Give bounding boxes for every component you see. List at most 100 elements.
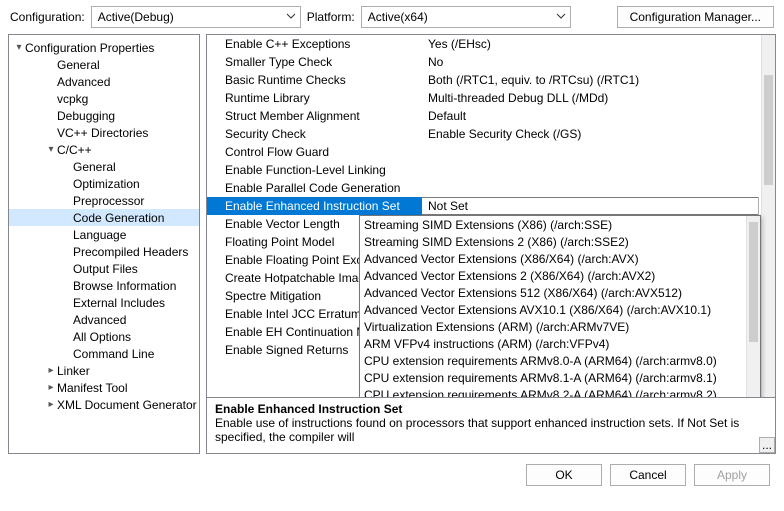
tree-label: Advanced <box>57 75 110 89</box>
tree-item[interactable]: Optimization <box>9 175 199 192</box>
tree-label: Configuration Properties <box>25 41 154 55</box>
tree-item[interactable]: Debugging <box>9 107 199 124</box>
property-key: Enable Parallel Code Generation <box>207 181 422 195</box>
tree-item[interactable]: Preprocessor <box>9 192 199 209</box>
scrollbar-thumb[interactable] <box>764 75 773 185</box>
property-row[interactable]: Struct Member AlignmentDefault <box>207 107 775 125</box>
chevron-down-icon <box>286 10 296 24</box>
chevron-right-icon: ▸ <box>45 365 57 376</box>
platform-combo[interactable]: Active(x64) <box>361 6 571 28</box>
chevron-right-icon: ▸ <box>45 399 57 410</box>
property-value: Default <box>422 109 775 123</box>
chevron-down-icon <box>556 10 566 24</box>
property-row[interactable]: Enable Parallel Code Generation <box>207 179 775 197</box>
tree-label: External Includes <box>73 296 165 310</box>
tree-item[interactable]: ▸Linker <box>9 362 199 379</box>
tree-label: Debugging <box>57 109 115 123</box>
property-row[interactable]: Security CheckEnable Security Check (/GS… <box>207 125 775 143</box>
tree-label: General <box>73 160 116 174</box>
config-label: Configuration: <box>10 10 85 24</box>
tree-item[interactable]: vcpkg <box>9 90 199 107</box>
dropdown-option[interactable]: Advanced Vector Extensions 512 (X86/X64)… <box>360 284 760 301</box>
tree-label: Code Generation <box>73 211 164 225</box>
property-value: Not Set <box>422 197 775 215</box>
tree-item[interactable]: ▸Manifest Tool <box>9 379 199 396</box>
dropdown-option[interactable]: Streaming SIMD Extensions 2 (X86) (/arch… <box>360 233 760 250</box>
dropdown-option[interactable]: CPU extension requirements ARMv8.0-A (AR… <box>360 352 760 369</box>
cancel-button[interactable]: Cancel <box>610 464 686 486</box>
property-key: Struct Member Alignment <box>207 109 422 123</box>
tree-item[interactable]: Language <box>9 226 199 243</box>
ok-button[interactable]: OK <box>526 464 602 486</box>
property-key: Control Flow Guard <box>207 145 422 159</box>
dropdown-option[interactable]: CPU extension requirements ARMv8.2-A (AR… <box>360 386 760 397</box>
tree-label: C/C++ <box>57 143 92 157</box>
property-row[interactable]: Control Flow Guard <box>207 143 775 161</box>
property-value: Yes (/EHsc) <box>422 37 775 51</box>
property-key: Security Check <box>207 127 422 141</box>
tree-label: Precompiled Headers <box>73 245 188 259</box>
tree-label: Output Files <box>73 262 138 276</box>
platform-combo-value: Active(x64) <box>362 10 450 24</box>
property-value: Enable Security Check (/GS) <box>422 127 775 141</box>
property-key: Basic Runtime Checks <box>207 73 422 87</box>
tree-item[interactable]: VC++ Directories <box>9 124 199 141</box>
tree-item[interactable]: Output Files <box>9 260 199 277</box>
dropdown-option[interactable]: CPU extension requirements ARMv8.1-A (AR… <box>360 369 760 386</box>
config-combo[interactable]: Active(Debug) <box>91 6 301 28</box>
dropdown-option[interactable]: ARM VFPv4 instructions (ARM) (/arch:VFPv… <box>360 335 760 352</box>
property-value: Multi-threaded Debug DLL (/MDd) <box>422 91 775 105</box>
tree-label: VC++ Directories <box>57 126 148 140</box>
property-row[interactable]: Basic Runtime ChecksBoth (/RTC1, equiv. … <box>207 71 775 89</box>
tree-label: Browse Information <box>73 279 176 293</box>
property-key: Enable C++ Exceptions <box>207 37 422 51</box>
dropdown-option[interactable]: Advanced Vector Extensions AVX10.1 (X86/… <box>360 301 760 318</box>
apply-button[interactable]: Apply <box>694 464 770 486</box>
dropdown-option[interactable]: Virtualization Extensions (ARM) (/arch:A… <box>360 318 760 335</box>
tree-label: XML Document Generator <box>57 398 197 412</box>
more-button[interactable]: ... <box>759 437 775 453</box>
tree-item[interactable]: General <box>9 158 199 175</box>
property-row[interactable]: Enable Function-Level Linking <box>207 161 775 179</box>
tree-item[interactable]: Advanced <box>9 311 199 328</box>
tree-root[interactable]: ▾Configuration Properties <box>9 39 199 56</box>
description-body: Enable use of instructions found on proc… <box>215 416 767 444</box>
tree-label: vcpkg <box>57 92 88 106</box>
description-pane: Enable Enhanced Instruction Set Enable u… <box>207 397 775 453</box>
tree-item[interactable]: All Options <box>9 328 199 345</box>
tree-item[interactable]: ▸XML Document Generator <box>9 396 199 413</box>
tree-item[interactable]: Code Generation <box>9 209 199 226</box>
tree-label: Manifest Tool <box>57 381 127 395</box>
property-row[interactable]: Runtime LibraryMulti-threaded Debug DLL … <box>207 89 775 107</box>
scrollbar[interactable] <box>746 216 760 397</box>
tree-item[interactable]: Advanced <box>9 73 199 90</box>
tree-label: Preprocessor <box>73 194 144 208</box>
property-value: No <box>422 55 775 69</box>
chevron-down-icon: ▾ <box>45 144 57 155</box>
scrollbar[interactable] <box>761 35 775 397</box>
dropdown-option[interactable]: Advanced Vector Extensions 2 (X86/X64) (… <box>360 267 760 284</box>
tree-item[interactable]: Browse Information <box>9 277 199 294</box>
property-key: Enable Enhanced Instruction Set <box>207 199 422 213</box>
dropdown-list[interactable]: Streaming SIMD Extensions (X86) (/arch:S… <box>359 215 761 397</box>
config-manager-button[interactable]: Configuration Manager... <box>617 6 774 28</box>
tree-label: Command Line <box>73 347 154 361</box>
property-key: Smaller Type Check <box>207 55 422 69</box>
dropdown-option[interactable]: Advanced Vector Extensions (X86/X64) (/a… <box>360 250 760 267</box>
tree-item[interactable]: Precompiled Headers <box>9 243 199 260</box>
tree-item[interactable]: External Includes <box>9 294 199 311</box>
tree-pane: ▾Configuration PropertiesGeneralAdvanced… <box>8 34 200 454</box>
property-row[interactable]: Enable Enhanced Instruction SetNot Set <box>207 197 775 215</box>
tree-label: Advanced <box>73 313 126 327</box>
tree-label: Optimization <box>73 177 140 191</box>
property-key: Enable Function-Level Linking <box>207 163 422 177</box>
property-row[interactable]: Smaller Type CheckNo <box>207 53 775 71</box>
scrollbar-thumb[interactable] <box>749 222 758 342</box>
property-row[interactable]: Enable C++ ExceptionsYes (/EHsc) <box>207 35 775 53</box>
dropdown-option[interactable]: Streaming SIMD Extensions (X86) (/arch:S… <box>360 216 760 233</box>
tree-item[interactable]: ▾C/C++ <box>9 141 199 158</box>
chevron-right-icon: ▸ <box>45 382 57 393</box>
tree-item[interactable]: General <box>9 56 199 73</box>
tree-item[interactable]: Command Line <box>9 345 199 362</box>
chevron-down-icon: ▾ <box>13 42 25 53</box>
